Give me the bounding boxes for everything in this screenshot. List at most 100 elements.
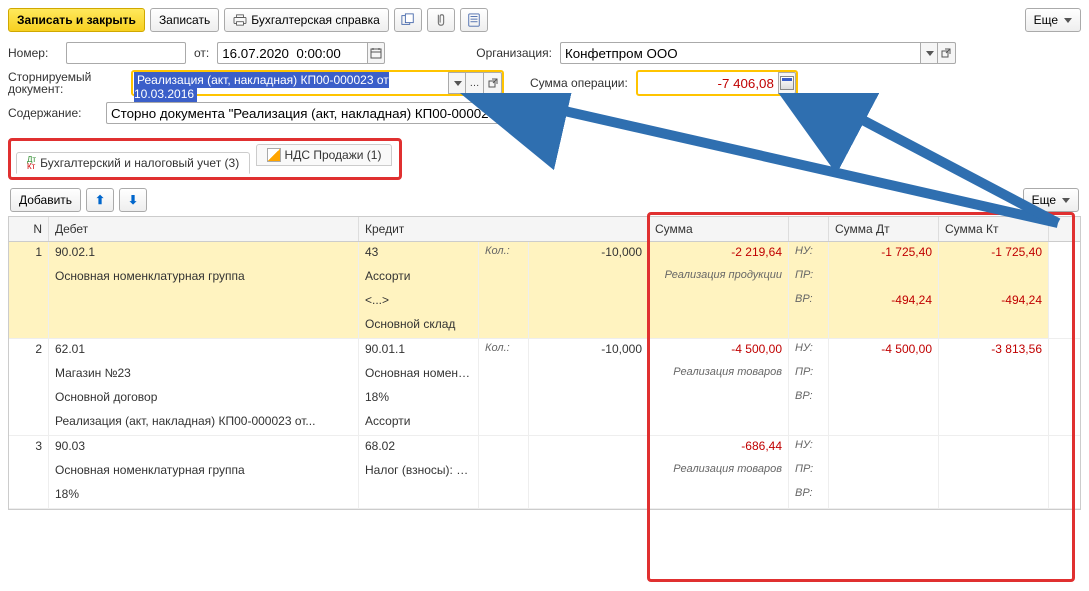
number-input[interactable]	[66, 42, 186, 64]
tab-accounting[interactable]: ДтКт Бухгалтерский и налоговый учет (3)	[16, 152, 250, 174]
credit-account[interactable]: 43	[359, 242, 479, 266]
credit-detail: Налог (взносы): начислено / уплачено	[359, 460, 479, 484]
org-dropdown-button[interactable]	[920, 42, 938, 64]
nds-icon	[267, 148, 281, 162]
cell	[649, 290, 789, 314]
cell	[9, 266, 49, 290]
org-input[interactable]	[560, 42, 920, 64]
col-header-sumkt[interactable]: Сумма Кт	[939, 217, 1049, 241]
reversing-doc-value[interactable]: Реализация (акт, накладная) КП00-000023 …	[134, 72, 389, 102]
form-row-number: Номер: от: Организация:	[8, 42, 1081, 64]
col-header-debit[interactable]: Дебет	[49, 217, 359, 241]
chevron-down-icon	[926, 51, 934, 56]
table-row[interactable]: 390.0368.02-686,44НУ:Основная номенклату…	[9, 436, 1080, 509]
credit-account[interactable]: 90.01.1	[359, 339, 479, 363]
reversing-open-button[interactable]	[484, 72, 502, 94]
debit-account[interactable]: 90.03	[49, 436, 359, 460]
save-button[interactable]: Записать	[150, 8, 219, 32]
open-external-icon	[488, 78, 498, 88]
cell	[529, 484, 649, 508]
opsum-calc-button[interactable]	[778, 72, 796, 94]
sum-kt	[939, 387, 1049, 411]
qty-value: -10,000	[529, 339, 649, 363]
sum-value: -2 219,64	[649, 242, 789, 266]
attach-button[interactable]	[427, 8, 455, 32]
form-row-reversing: Сторнируемый документ: Реализация (акт, …	[8, 70, 1081, 96]
cell	[529, 411, 649, 435]
col-header-credit[interactable]: Кредит	[359, 217, 649, 241]
grid-body: 190.02.143Кол.:-10,000-2 219,64НУ:-1 725…	[9, 242, 1080, 509]
more-button[interactable]: Еще	[1025, 8, 1081, 32]
cell	[9, 460, 49, 484]
from-label: от:	[194, 46, 209, 60]
chevron-down-icon	[1062, 198, 1070, 203]
sum-kt: -3 813,56	[939, 339, 1049, 363]
move-down-button[interactable]: ⬇	[119, 188, 147, 212]
cell	[649, 314, 789, 338]
sum-kt: -1 725,40	[939, 242, 1049, 266]
col-header-n[interactable]: N	[9, 217, 49, 241]
row-number: 1	[9, 242, 49, 266]
cell	[479, 314, 529, 338]
doc-list-button[interactable]	[460, 8, 488, 32]
cell	[479, 290, 529, 314]
calendar-button[interactable]	[367, 42, 385, 64]
sum-dt: -4 500,00	[829, 339, 939, 363]
row-number: 3	[9, 436, 49, 460]
debit-account[interactable]: 62.01	[49, 339, 359, 363]
nu-label: НУ:	[789, 339, 829, 363]
table-more-button[interactable]: Еще	[1023, 188, 1079, 212]
table-toolbar: Добавить ⬆ ⬇ Еще	[8, 184, 1081, 216]
accounting-note-button[interactable]: Бухгалтерская справка	[224, 8, 389, 32]
sum-dt: -494,24	[829, 290, 939, 314]
debit-detail: Магазин №23	[49, 363, 359, 387]
cell	[529, 363, 649, 387]
sum-dt: -1 725,40	[829, 242, 939, 266]
cell	[479, 363, 529, 387]
add-row-button[interactable]: Добавить	[10, 188, 81, 212]
grid-header-row: N Дебет Кредит Сумма Сумма Дт Сумма Кт	[9, 217, 1080, 242]
content-input[interactable]	[106, 102, 531, 124]
credit-detail: Ассорти	[359, 266, 479, 290]
move-up-button[interactable]: ⬆	[86, 188, 114, 212]
reversing-ellipsis-button[interactable]: …	[466, 72, 484, 94]
nu-label: НУ:	[789, 242, 829, 266]
sum-dt	[829, 460, 939, 484]
credit-detail: Основная номенклатурная группа	[359, 363, 479, 387]
sum-value: -686,44	[649, 436, 789, 460]
nu-label: НУ:	[789, 436, 829, 460]
col-header-sumdt[interactable]: Сумма Дт	[829, 217, 939, 241]
copy-group-button[interactable]	[394, 8, 422, 32]
accounting-note-label: Бухгалтерская справка	[251, 13, 380, 27]
table-more-label: Еще	[1032, 193, 1056, 207]
opsum-input[interactable]	[638, 72, 778, 94]
sum-kt	[939, 266, 1049, 290]
chevron-down-icon	[1064, 18, 1072, 23]
save-close-button[interactable]: Записать и закрыть	[8, 8, 145, 32]
table-row[interactable]: 190.02.143Кол.:-10,000-2 219,64НУ:-1 725…	[9, 242, 1080, 339]
debit-account[interactable]: 90.02.1	[49, 242, 359, 266]
pr-label: ПР:	[789, 266, 829, 290]
reversing-label: Сторнируемый документ:	[8, 71, 123, 95]
cell	[9, 411, 49, 435]
date-input[interactable]	[217, 42, 367, 64]
tab-vat[interactable]: НДС Продажи (1)	[256, 144, 393, 166]
number-label: Номер:	[8, 46, 58, 60]
table-row[interactable]: 262.0190.01.1Кол.:-10,000-4 500,00НУ:-4 …	[9, 339, 1080, 436]
doclist-icon	[467, 13, 481, 27]
credit-detail: 18%	[359, 387, 479, 411]
cell	[939, 411, 1049, 435]
credit-account[interactable]: 68.02	[359, 436, 479, 460]
cell	[939, 314, 1049, 338]
sum-dt	[829, 363, 939, 387]
cell	[9, 484, 49, 508]
content-label: Содержание:	[8, 106, 98, 120]
debit-detail: Реализация (акт, накладная) КП00-000023 …	[49, 411, 359, 435]
form-row-content: Содержание:	[8, 102, 1081, 124]
vr-label: ВР:	[789, 484, 829, 508]
reversing-dropdown-button[interactable]	[448, 72, 466, 94]
col-header-sum[interactable]: Сумма	[649, 217, 789, 241]
sum-dt	[829, 387, 939, 411]
paperclip-icon	[434, 13, 448, 27]
org-open-button[interactable]	[938, 42, 956, 64]
